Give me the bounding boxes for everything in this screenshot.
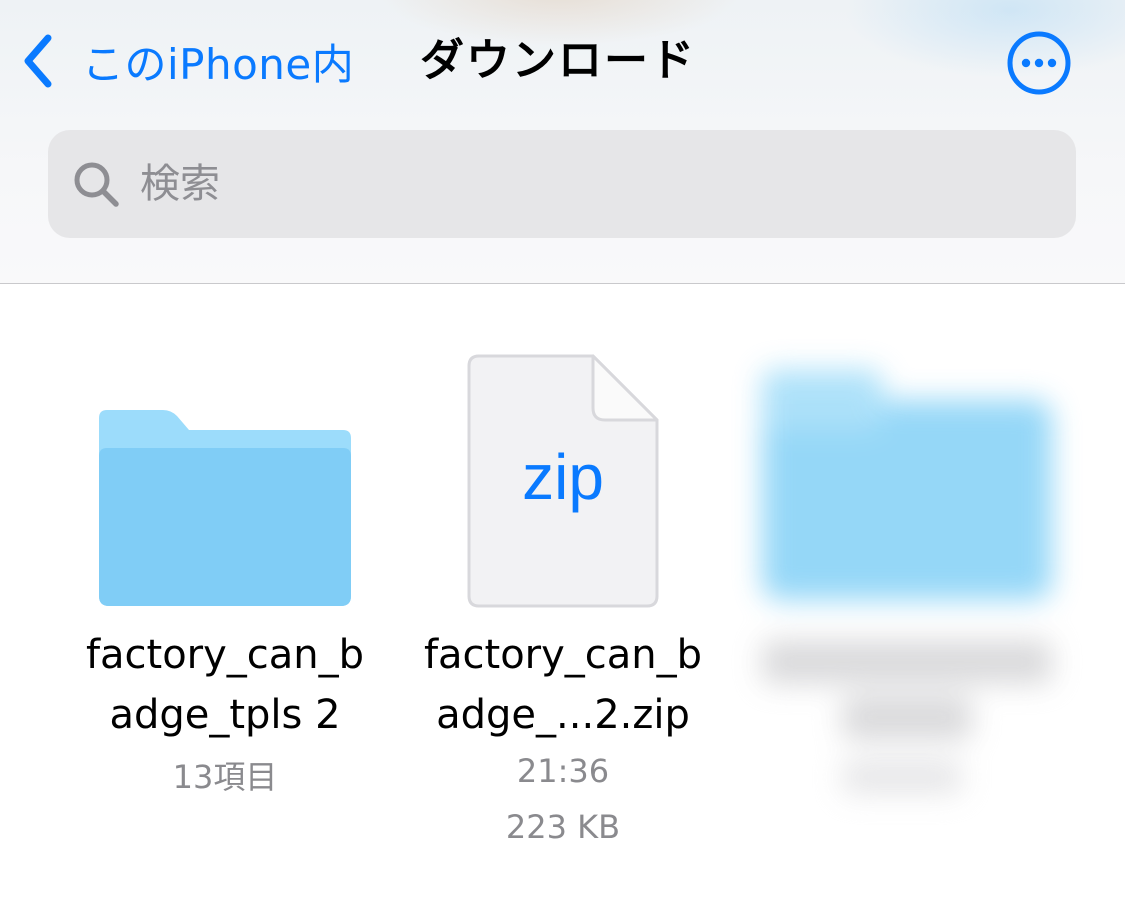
file-name: adge_...2.zip — [436, 692, 690, 738]
file-item-count: 13項目 — [172, 758, 278, 796]
file-item-blurred[interactable] — [722, 320, 1102, 880]
search-icon — [70, 158, 122, 210]
file-size: 223 KB — [505, 808, 621, 846]
file-name: factory_can_b — [423, 632, 703, 678]
navigation-header: このiPhone内 ダウンロード — [0, 0, 1125, 284]
file-name: adge_tpls 2 — [109, 692, 341, 738]
file-name: factory_can_b — [85, 632, 365, 678]
ellipsis-circle-icon — [1007, 31, 1071, 95]
search-input[interactable] — [138, 160, 1022, 208]
folder-icon — [762, 370, 1052, 794]
file-modified-time: 21:36 — [516, 752, 610, 790]
header-divider — [0, 283, 1125, 284]
back-button-label: このiPhone内 — [82, 39, 355, 89]
search-field[interactable] — [48, 130, 1076, 238]
folder-icon — [99, 410, 351, 606]
back-button[interactable]: このiPhone内 — [20, 30, 354, 92]
zip-icon-label: zip — [522, 441, 604, 513]
chevron-left-icon — [24, 34, 52, 88]
file-item-zip[interactable]: zip factory_can_b adge_...2.zip 21:36 22… — [403, 352, 723, 852]
page-title: ダウンロード — [420, 35, 696, 86]
file-item-folder[interactable]: factory_can_b adge_tpls 2 13項目 — [65, 400, 385, 800]
more-options-button[interactable] — [1006, 30, 1072, 96]
